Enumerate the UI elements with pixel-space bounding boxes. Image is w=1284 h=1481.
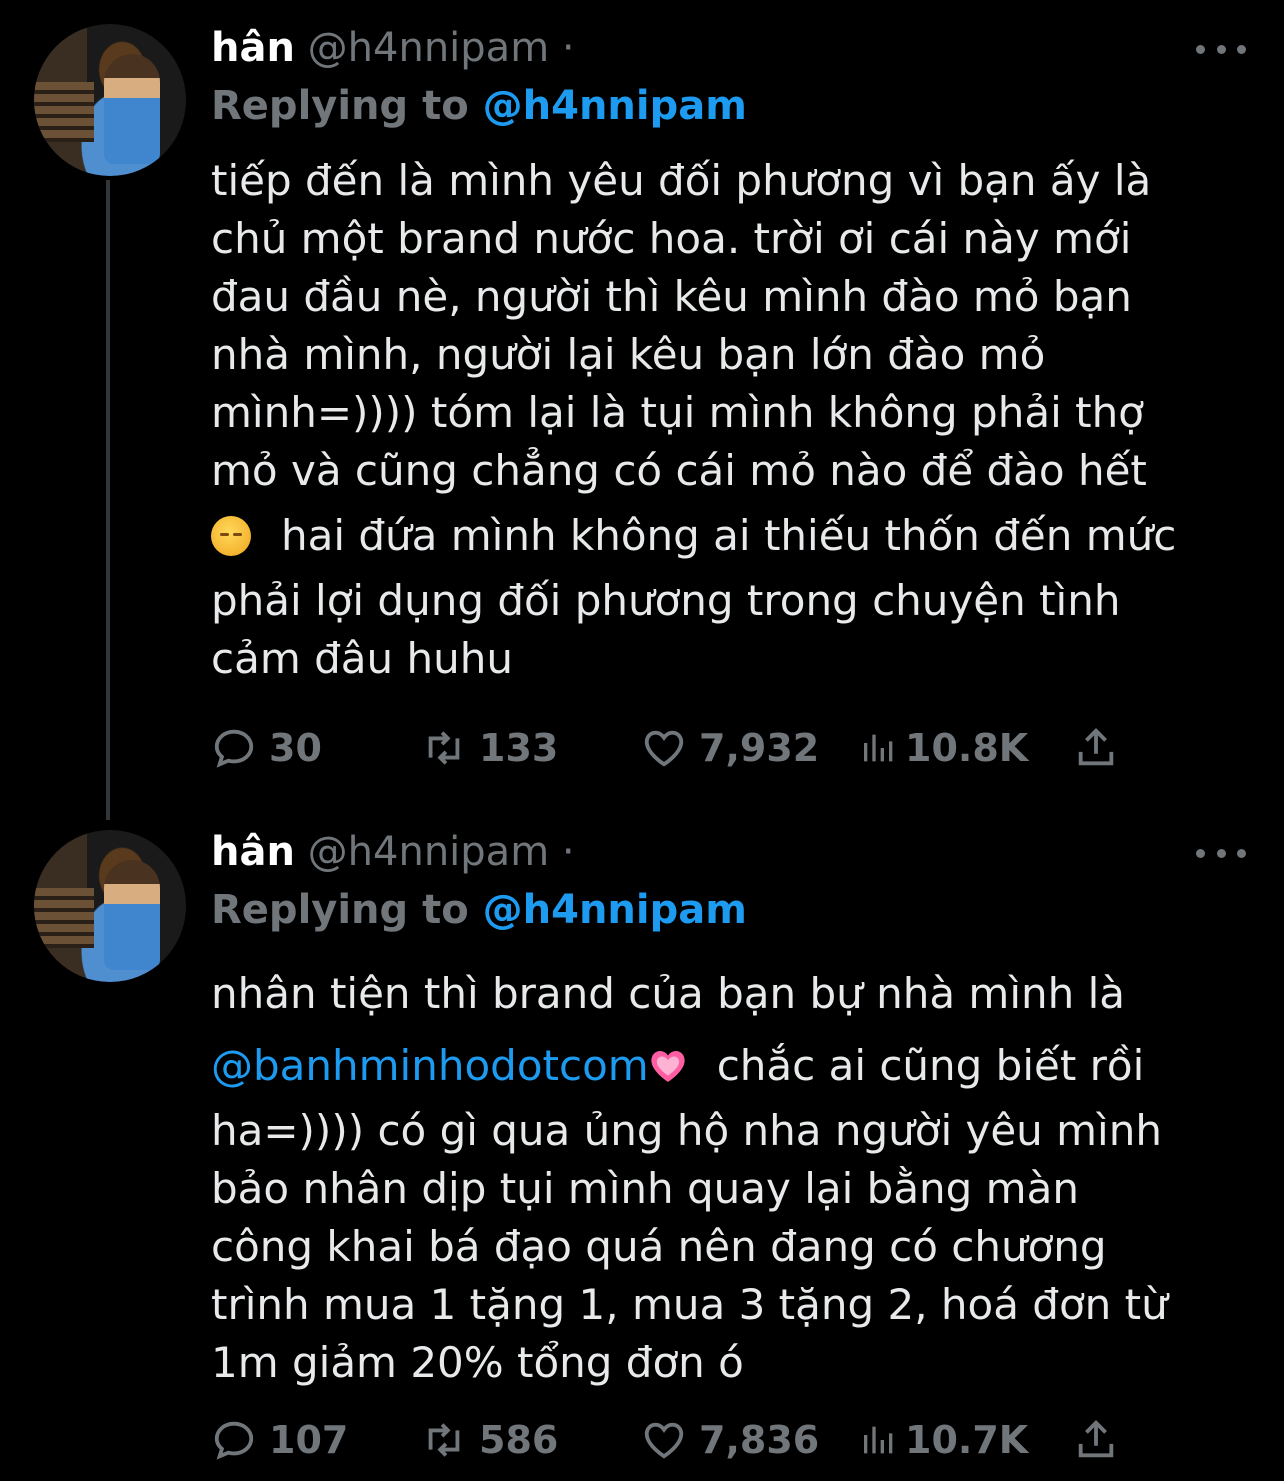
text-line-with-mention: @banhminhodotcom chắc ai cũng biết rồi <box>211 1030 1261 1102</box>
share-button[interactable] <box>1073 1410 1131 1470</box>
tweet-text: nhân tiện thì brand của bạn bự nhà mình … <box>211 958 1261 1392</box>
retweet-icon <box>428 1423 460 1457</box>
views-chart-icon <box>864 1426 893 1454</box>
tweet-header: hân @h4nnipam · <box>211 822 575 882</box>
text-line-with-emoji: hai đứa mình không ai thiếu thốn đến mức <box>211 500 1261 572</box>
replying-label: Replying to <box>211 887 469 933</box>
tweet-text: tiếp đến là mình yêu đối phương vì bạn ấ… <box>211 152 1261 688</box>
avatar-background <box>34 82 94 142</box>
text-line: chủ một brand nước hoa. trời ơi cái này … <box>211 214 1132 263</box>
reply-button[interactable]: 107 <box>211 1410 348 1470</box>
text-line: nhà mình, người lại kêu bạn lớn đào mỏ <box>211 330 1046 379</box>
retweet-count: 586 <box>479 1418 559 1462</box>
like-button[interactable]: 7,836 <box>641 1410 819 1470</box>
text-line: mình=)))) tóm lại là tụi mình không phải… <box>211 388 1144 437</box>
text-line: đau đầu nè, người thì kêu mình đào mỏ bạ… <box>211 272 1132 321</box>
text-line: bảo nhân dịp tụi mình quay lại bằng màn <box>211 1164 1079 1213</box>
reply-count: 30 <box>269 726 322 770</box>
like-button[interactable]: 7,932 <box>641 718 819 778</box>
replying-to: Replying to @h4nnipam <box>211 880 747 940</box>
text-line: chắc ai cũng biết rồi <box>716 1041 1145 1090</box>
reply-icon <box>214 1421 254 1460</box>
avatar-figure <box>104 860 160 970</box>
text-line: mỏ và cũng chẳng có cái mỏ nào để đào hế… <box>211 446 1147 495</box>
replying-label: Replying to <box>211 83 469 129</box>
avatar-background <box>34 888 94 948</box>
more-options-icon[interactable] <box>1196 838 1246 868</box>
reply-button[interactable]: 30 <box>211 718 322 778</box>
separator-dot: · <box>561 829 575 875</box>
retweet-button[interactable]: 133 <box>421 718 558 778</box>
heart-icon <box>644 1422 684 1459</box>
text-line: nhân tiện thì brand của bạn bự nhà mình … <box>211 969 1125 1018</box>
tweet-header: hân @h4nnipam · <box>211 18 575 78</box>
text-line: phải lợi dụng đối phương trong chuyện tì… <box>211 576 1121 625</box>
share-icon <box>1078 1420 1114 1458</box>
replying-mention-link[interactable]: @h4nnipam <box>483 83 747 129</box>
text-line: công khai bá đạo quá nên đang có chương <box>211 1222 1107 1271</box>
text-line: 1m giảm 20% tổng đơn ó <box>211 1338 744 1387</box>
retweet-button[interactable]: 586 <box>421 1410 558 1470</box>
separator-dot: · <box>561 25 575 71</box>
heart-icon <box>644 730 684 767</box>
reply-count: 107 <box>269 1418 349 1462</box>
views-chart-icon <box>864 734 893 762</box>
view-count: 10.8K <box>905 726 1029 770</box>
share-button[interactable] <box>1073 718 1131 778</box>
tweet[interactable]: hân @h4nnipam · Replying to @h4nnipam ti… <box>0 0 1284 820</box>
tweet-actions: 30 133 7,932 10.8K <box>211 718 1211 778</box>
display-name[interactable]: hân <box>211 829 295 875</box>
user-handle[interactable]: @h4nnipam <box>308 25 549 71</box>
share-icon <box>1078 728 1114 766</box>
text-line: tiếp đến là mình yêu đối phương vì bạn ấ… <box>211 156 1152 205</box>
text-line: trình mua 1 tặng 1, mua 3 tặng 2, hoá đơ… <box>211 1280 1168 1329</box>
growing-heart-icon <box>651 1050 685 1082</box>
retweet-count: 133 <box>479 726 559 770</box>
tweet-actions: 107 586 7,836 10.7K <box>211 1410 1211 1470</box>
views-button[interactable]: 10.8K <box>859 718 1028 778</box>
views-button[interactable]: 10.7K <box>859 1410 1028 1470</box>
tweet[interactable]: hân @h4nnipam · Replying to @h4nnipam nh… <box>0 820 1284 1481</box>
text-line: cảm đâu huhu <box>211 634 513 683</box>
brand-mention-link[interactable]: @banhminhodotcom <box>211 1041 649 1090</box>
replying-mention-link[interactable]: @h4nnipam <box>483 887 747 933</box>
avatar[interactable] <box>34 830 186 982</box>
more-options-icon[interactable] <box>1196 34 1246 64</box>
text-line: hai đứa mình không ai thiếu thốn đến mức <box>281 511 1177 560</box>
like-count: 7,836 <box>699 1418 820 1462</box>
view-count: 10.7K <box>905 1418 1029 1462</box>
like-count: 7,932 <box>699 726 820 770</box>
pensive-face-icon <box>211 516 251 556</box>
retweet-icon <box>428 731 460 765</box>
text-line: ha=)))) có gì qua ủng hộ nha người yêu m… <box>211 1106 1162 1155</box>
avatar[interactable] <box>34 24 186 176</box>
reply-icon <box>214 729 254 768</box>
user-handle[interactable]: @h4nnipam <box>308 829 549 875</box>
replying-to: Replying to @h4nnipam <box>211 76 747 136</box>
display-name[interactable]: hân <box>211 25 295 71</box>
avatar-figure <box>104 54 160 164</box>
